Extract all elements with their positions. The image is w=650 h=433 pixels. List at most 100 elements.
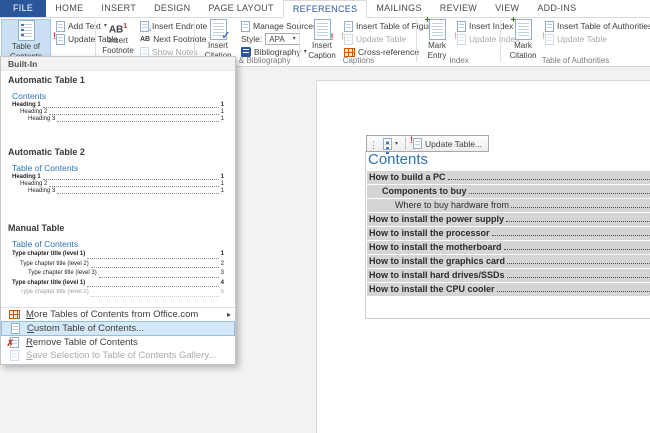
dot-leader <box>43 107 219 108</box>
toc-entry[interactable]: How to build a PC <box>367 171 650 184</box>
preview-title: Table of Contents <box>12 163 224 174</box>
menu-item-more-tables-office-com[interactable]: More Tables of Contents from Office.com <box>1 308 235 322</box>
table-of-contents-icon <box>18 20 35 41</box>
insert-footnote-button[interactable]: AB1 Insert Footnote <box>98 19 138 56</box>
update-table-icon <box>56 34 65 45</box>
drag-handle[interactable] <box>369 135 378 153</box>
tab-insert[interactable]: INSERT <box>92 0 145 17</box>
toc-entry[interactable]: How to install the CPU cooler <box>367 283 650 296</box>
insert-table-of-authorities-icon <box>545 21 554 32</box>
chevron-down-icon <box>293 36 296 42</box>
mark-entry-button[interactable]: Mark Entry <box>419 19 455 56</box>
dot-leader <box>507 263 650 264</box>
dot-leader <box>506 221 650 222</box>
dot-leader <box>57 121 218 122</box>
insert-footnote-icon: AB1 <box>109 23 127 35</box>
insert-citation-icon <box>210 19 227 40</box>
tab-references[interactable]: REFERENCES <box>283 0 368 18</box>
mark-citation-icon <box>515 19 532 40</box>
tab-design[interactable]: DESIGN <box>145 0 199 17</box>
dot-leader <box>87 258 218 259</box>
dot-leader <box>492 235 650 236</box>
preview-title: Contents <box>12 91 224 102</box>
toc-entry[interactable]: How to install the processor <box>367 227 650 240</box>
custom-toc-icon <box>11 323 20 334</box>
update-table-field-button[interactable]: Update Table... <box>411 136 484 151</box>
tab-add-ins[interactable]: ADD-INS <box>528 0 585 17</box>
table-of-contents-dropdown: Built-In Automatic Table 1 Contents Head… <box>0 56 236 365</box>
dot-leader <box>87 286 218 287</box>
section-label-manual-table: Manual Table <box>8 223 235 234</box>
toc-field-toolbar: Update Table... <box>366 135 489 152</box>
office-com-tables-icon <box>9 310 20 319</box>
tab-page-layout[interactable]: PAGE LAYOUT <box>199 0 282 17</box>
gallery-item-automatic-table-2[interactable]: Table of Contents Heading 11 Heading 21 … <box>9 161 227 197</box>
insert-citation-button[interactable]: Insert Citation <box>197 19 239 56</box>
update-table-icon <box>545 34 554 45</box>
toc-heading[interactable]: Contents <box>368 151 428 168</box>
tab-view[interactable]: VIEW <box>486 0 528 17</box>
dot-leader <box>448 179 650 180</box>
toc-entry[interactable]: How to install hard drives/SSDs <box>367 269 650 282</box>
toc-entry[interactable]: How to install the graphics card <box>367 255 650 268</box>
toc-field-icon <box>383 138 392 150</box>
ribbon-tab-bar: FILE HOME INSERT DESIGN PAGE LAYOUT REFE… <box>0 0 650 18</box>
menu-item-save-selection-to-gallery: Save Selection to Table of Contents Gall… <box>1 349 235 363</box>
tab-review[interactable]: REVIEW <box>431 0 486 17</box>
insert-caption-icon <box>314 19 331 40</box>
preview-title: Table of Contents <box>12 239 224 250</box>
insert-caption-button[interactable]: Insert Caption <box>302 19 342 56</box>
section-label-automatic-table-2: Automatic Table 2 <box>8 147 235 158</box>
toc-entry[interactable]: How to install the power supply <box>367 213 650 226</box>
menu-item-remove-table-of-contents[interactable]: Remove Table of Contents <box>1 336 235 350</box>
dot-leader <box>507 277 650 278</box>
toc-entry[interactable]: Where to buy hardware from <box>367 199 650 212</box>
style-dropdown[interactable]: APA <box>265 33 299 45</box>
remove-toc-icon <box>10 337 19 348</box>
dot-leader <box>469 193 650 194</box>
dot-leader <box>497 291 650 292</box>
dot-leader <box>91 267 219 268</box>
toc-entries: How to build a PC Components to buy Wher… <box>367 171 650 297</box>
table-of-contents-button[interactable]: Table of Contents <box>1 19 51 58</box>
insert-index-icon <box>457 21 466 32</box>
menu-item-custom-table-of-contents[interactable]: Custom Table of Contents... <box>1 321 235 336</box>
insert-table-of-authorities-button[interactable]: Insert Table of Authorities <box>545 20 650 32</box>
dropdown-header: Built-In <box>1 57 235 71</box>
mark-citation-button[interactable]: Mark Citation <box>503 19 543 56</box>
dot-leader <box>504 249 650 250</box>
toolbar-divider <box>405 137 406 150</box>
dot-leader <box>91 296 219 297</box>
dot-leader <box>511 207 650 208</box>
insert-footnote-label: Insert Footnote <box>102 36 134 55</box>
save-gallery-icon <box>10 350 19 361</box>
toc-entry[interactable]: Components to buy <box>367 185 650 198</box>
next-footnote-icon: AB <box>140 36 150 43</box>
insert-endnote-icon <box>140 21 149 32</box>
gallery-item-automatic-table-1[interactable]: Contents Heading 11 Heading 21 Heading 3… <box>9 89 227 125</box>
dot-leader <box>43 179 219 180</box>
manage-sources-icon <box>241 21 250 32</box>
update-table-icon <box>413 138 422 149</box>
update-table-icon <box>344 34 353 45</box>
document-page[interactable]: Update Table... Contents How to build a … <box>316 80 650 433</box>
dot-leader <box>49 186 218 187</box>
gallery-item-manual-table[interactable]: Table of Contents Type chapter title (le… <box>9 237 227 300</box>
add-text-icon <box>56 21 65 32</box>
submenu-arrow-icon <box>227 309 231 320</box>
dot-leader <box>57 193 218 194</box>
tab-file[interactable]: FILE <box>0 0 46 17</box>
group-label-authorities: Table of Authorities <box>503 55 648 66</box>
insert-table-of-figures-icon <box>344 21 353 32</box>
toc-field-menu-button[interactable] <box>381 136 400 151</box>
dot-leader <box>49 114 218 115</box>
update-table-authorities-button: Update Table <box>545 33 650 45</box>
mark-entry-icon <box>429 19 446 40</box>
group-label-index: Index <box>419 55 499 66</box>
group-label-captions: Captions <box>302 55 415 66</box>
chevron-down-icon <box>395 141 398 147</box>
tab-mailings[interactable]: MAILINGS <box>367 0 430 17</box>
toc-entry[interactable]: How to install the motherboard <box>367 241 650 254</box>
tab-home[interactable]: HOME <box>46 0 92 17</box>
section-label-automatic-table-1: Automatic Table 1 <box>8 75 235 86</box>
